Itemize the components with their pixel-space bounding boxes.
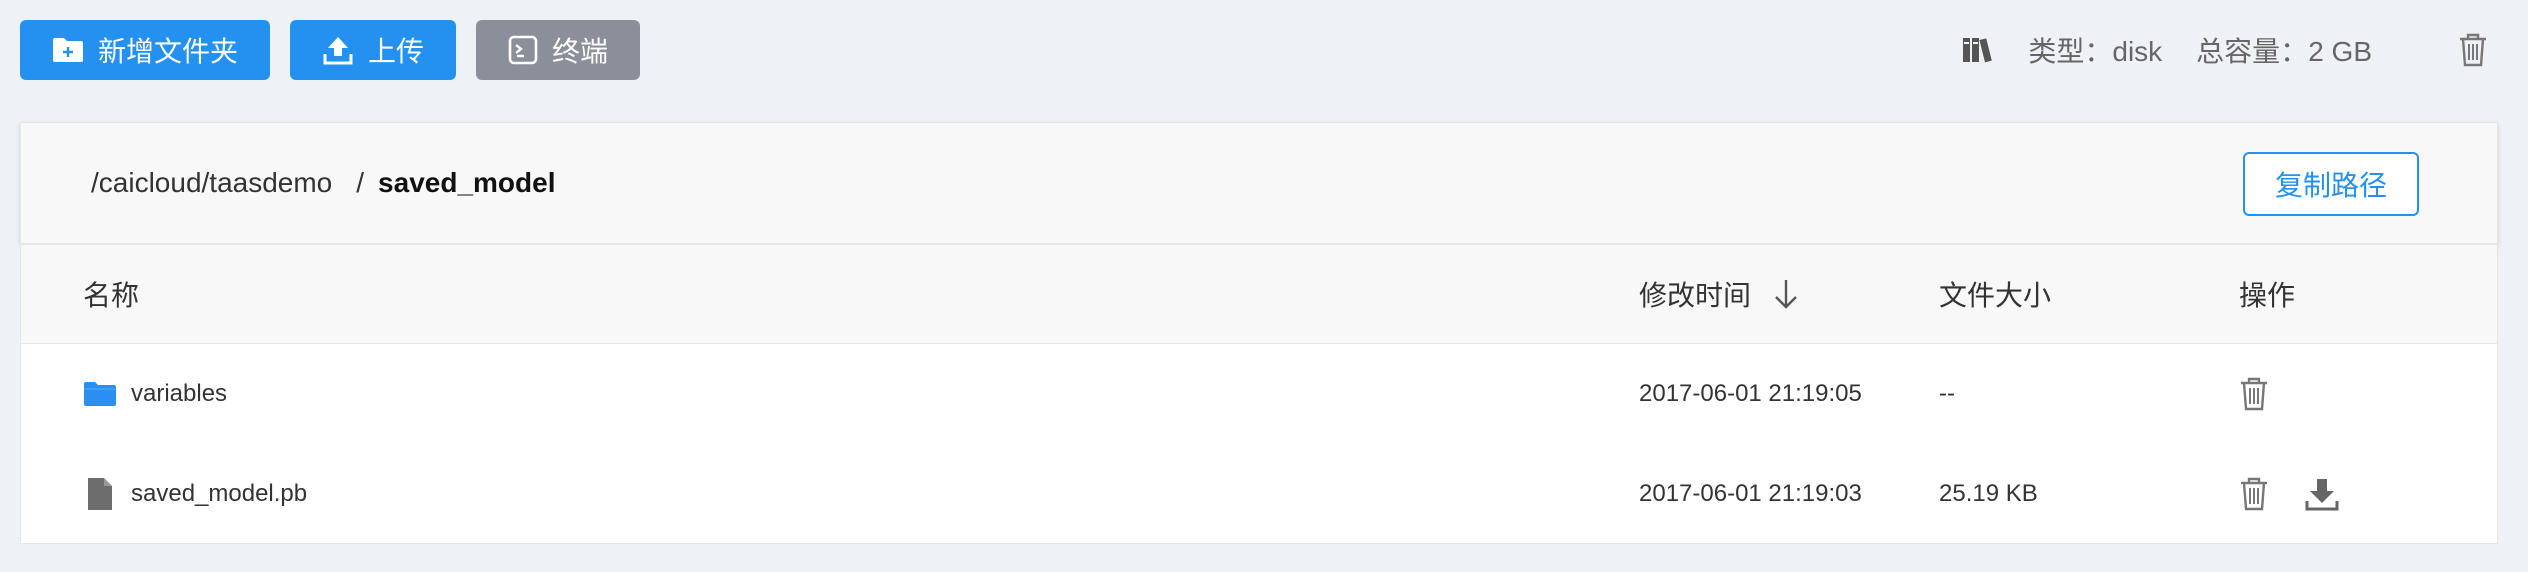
breadcrumb-current: saved_model xyxy=(378,167,556,198)
arrow-down-icon xyxy=(1771,278,1801,310)
folder-icon xyxy=(83,381,117,407)
modified-cell: 2017-06-01 21:19:03 xyxy=(1639,480,1862,507)
delete-button[interactable] xyxy=(2239,377,2269,411)
trash-icon xyxy=(2458,33,2488,67)
download-button[interactable] xyxy=(2305,477,2339,511)
toolbar: 新增文件夹 上传 终端 xyxy=(20,20,641,80)
table-header: 名称 修改时间 文件大小 操作 xyxy=(21,245,2497,344)
column-size: 文件大小 xyxy=(1939,280,2052,311)
download-icon xyxy=(2305,477,2339,511)
column-modified[interactable]: 修改时间 xyxy=(1639,245,1801,343)
storage-info: 类型：disk 总容量：2 GB xyxy=(1962,26,2488,74)
ops-cell xyxy=(2239,344,2269,444)
upload-label: 上传 xyxy=(368,36,425,67)
new-folder-button[interactable]: 新增文件夹 xyxy=(20,20,271,80)
name-wrap: saved_model.pb xyxy=(83,477,307,511)
table-row[interactable]: variables 2017-06-01 21:19:05 -- xyxy=(21,344,2497,444)
folder-plus-icon xyxy=(52,37,84,63)
column-ops: 操作 xyxy=(2239,280,2296,311)
column-modified-label: 修改时间 xyxy=(1639,280,1752,311)
storage-type-label: 类型： xyxy=(2028,36,2113,67)
storage-capacity-value: 2 GB xyxy=(2308,36,2372,67)
terminal-icon xyxy=(508,35,538,65)
books-icon xyxy=(1962,36,1994,64)
trash-icon xyxy=(2239,377,2269,411)
delete-storage-button[interactable] xyxy=(2458,33,2488,67)
file-icon xyxy=(83,477,117,511)
new-folder-label: 新增文件夹 xyxy=(98,36,239,67)
column-name: 名称 xyxy=(83,280,140,311)
storage-capacity: 总容量：2 GB xyxy=(2196,30,2372,70)
delete-button[interactable] xyxy=(2239,477,2269,511)
storage-type-value: disk xyxy=(2112,36,2163,67)
name-cell: saved_model.pb xyxy=(83,444,307,544)
breadcrumb: /caicloud/taasdemo / saved_model xyxy=(91,167,555,199)
storage-capacity-label: 总容量： xyxy=(2196,36,2309,67)
copy-path-button[interactable]: 复制路径 xyxy=(2243,152,2419,216)
name-wrap: variables xyxy=(83,380,227,408)
modified-cell: 2017-06-01 21:19:05 xyxy=(1639,380,1862,407)
ops-cell xyxy=(2239,444,2339,544)
terminal-button[interactable]: 终端 xyxy=(476,20,641,80)
name-cell: variables xyxy=(83,344,227,444)
file-table: 名称 修改时间 文件大小 操作 variables 2017-06-01 21:… xyxy=(20,244,2498,544)
trash-icon xyxy=(2239,477,2269,511)
table-row[interactable]: saved_model.pb 2017-06-01 21:19:03 25.19… xyxy=(21,444,2497,544)
path-bar: /caicloud/taasdemo / saved_model 复制路径 xyxy=(20,122,2498,244)
terminal-label: 终端 xyxy=(552,36,609,67)
upload-icon xyxy=(322,34,354,66)
storage-type: 类型：disk xyxy=(2028,30,2162,70)
upload-button[interactable]: 上传 xyxy=(290,20,457,80)
breadcrumb-parent[interactable]: /caicloud/taasdemo xyxy=(91,167,332,199)
size-cell: -- xyxy=(1939,380,1955,407)
file-name-link[interactable]: saved_model.pb xyxy=(131,480,307,508)
file-name-link[interactable]: variables xyxy=(131,380,227,408)
breadcrumb-separator: / xyxy=(356,167,365,198)
size-cell: 25.19 KB xyxy=(1939,480,2038,507)
